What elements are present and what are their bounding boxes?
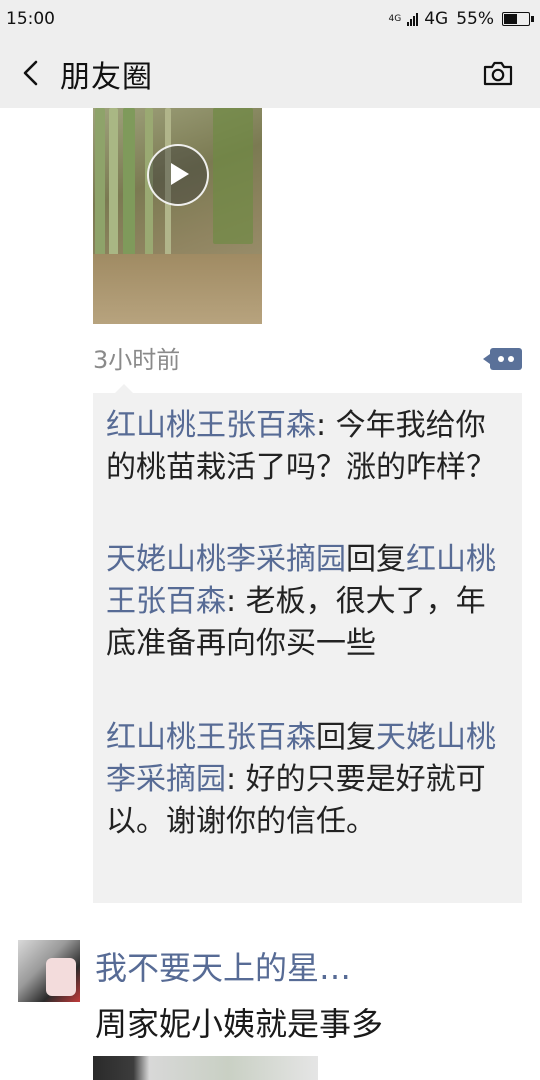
avatar[interactable]: [18, 940, 80, 1002]
battery-fill: [504, 14, 517, 24]
title-bar: 朋友圈: [0, 38, 540, 108]
signal-icon: [407, 12, 419, 26]
post-image[interactable]: [93, 1056, 318, 1080]
chevron-left-icon[interactable]: [20, 60, 42, 86]
comment-author[interactable]: 天姥山桃李采摘园: [106, 542, 346, 577]
comment-dots-icon[interactable]: [483, 348, 522, 370]
post-text: 周家妮小姨就是事多: [95, 1005, 384, 1043]
comment-item[interactable]: 红山桃王张百森回复天姥山桃李采摘园: 好的只要是好就可以。谢谢你的信任。: [106, 717, 511, 843]
post-time: 3小时前: [93, 346, 181, 374]
status-time: 15:00: [6, 9, 55, 29]
reply-word: 回复: [316, 720, 376, 755]
network-label: 4G: [424, 9, 449, 29]
page-title: 朋友圈: [60, 60, 153, 95]
status-bar: 15:00 4G 4G 55%: [0, 0, 540, 38]
battery-percent: 55%: [456, 9, 494, 29]
comment-separator: :: [316, 408, 336, 443]
video-thumbnail[interactable]: [93, 108, 262, 324]
comment-item[interactable]: 天姥山桃李采摘园回复红山桃王张百森: 老板，很大了，年底准备再向你买一些: [106, 539, 511, 665]
play-icon[interactable]: [147, 144, 209, 206]
comment-item[interactable]: 红山桃王张百森: 今年我给你的桃苗栽活了吗？涨的咋样？: [106, 405, 511, 489]
battery-icon: [502, 12, 534, 26]
comments-box: 红山桃王张百森: 今年我给你的桃苗栽活了吗？涨的咋样？ 天姥山桃李采摘园回复红山…: [93, 384, 522, 903]
comment-separator: :: [226, 584, 246, 619]
comment-author[interactable]: 红山桃王张百森: [106, 408, 316, 443]
comment-author[interactable]: 红山桃王张百森: [106, 720, 316, 755]
status-indicators: 4G 4G 55%: [388, 9, 534, 29]
camera-icon[interactable]: [482, 58, 514, 88]
network-small-label: 4G: [388, 13, 402, 24]
post-author-name[interactable]: 我不要天上的星…: [95, 943, 351, 989]
comment-separator: :: [226, 762, 246, 797]
reply-word: 回复: [346, 542, 406, 577]
